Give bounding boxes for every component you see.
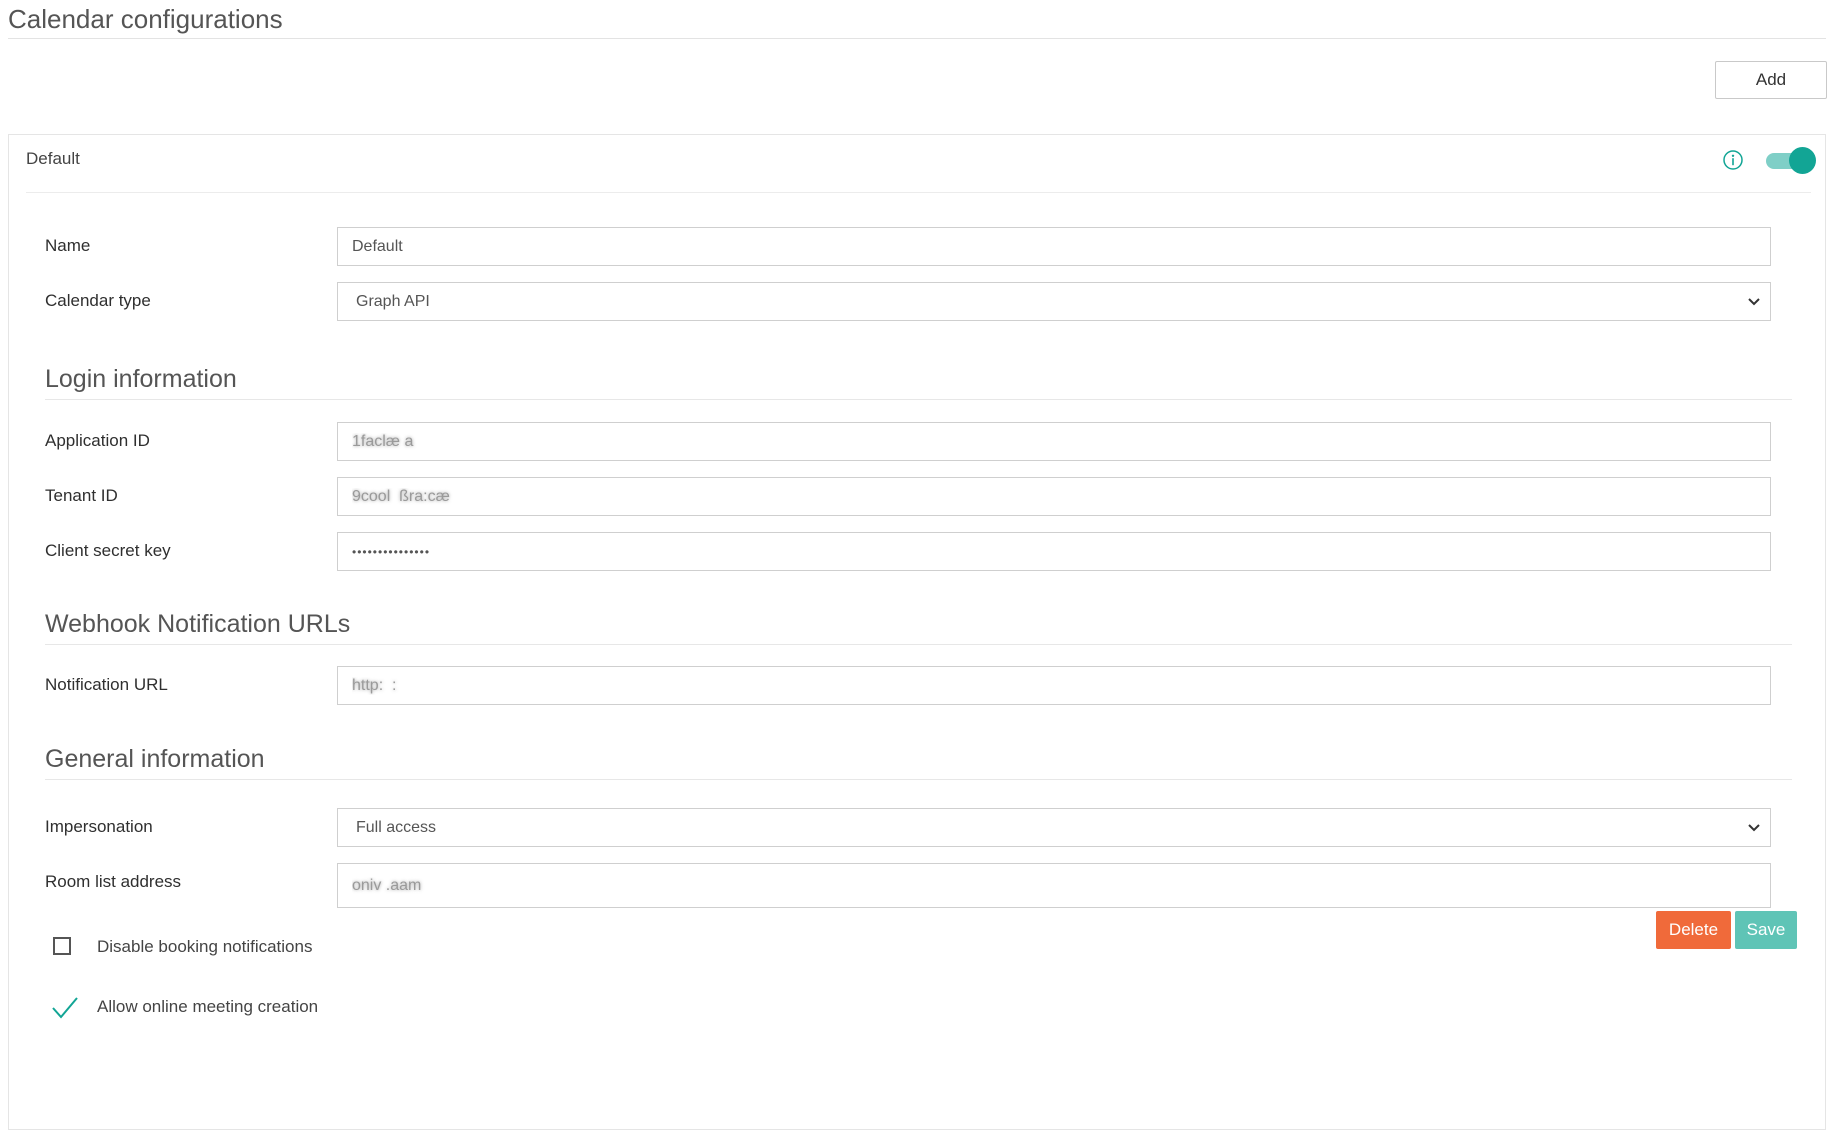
name-input[interactable] bbox=[337, 227, 1771, 266]
checkmark-icon[interactable] bbox=[51, 995, 79, 1021]
client-secret-row: Client secret key bbox=[45, 532, 1792, 571]
calendar-type-value: Graph API bbox=[356, 293, 430, 310]
save-button[interactable]: Save bbox=[1735, 911, 1797, 949]
tenant-id-input[interactable] bbox=[337, 477, 1771, 516]
chevron-down-icon bbox=[1748, 298, 1760, 306]
impersonation-value: Full access bbox=[356, 819, 437, 836]
notification-url-label: Notification URL bbox=[45, 675, 168, 694]
general-information-heading: General information bbox=[45, 745, 265, 773]
notification-url-input[interactable] bbox=[337, 666, 1771, 705]
title-divider bbox=[8, 38, 1826, 39]
chevron-down-icon bbox=[1748, 824, 1760, 832]
toggle-knob bbox=[1789, 147, 1816, 174]
allow-online-meeting-creation-row: Allow online meeting creation bbox=[45, 995, 645, 1023]
calendar-type-select[interactable]: Graph API bbox=[337, 282, 1771, 321]
tenant-id-label: Tenant ID bbox=[45, 486, 118, 505]
room-list-address-row: Room list address bbox=[45, 863, 1792, 908]
enabled-toggle[interactable] bbox=[1764, 147, 1816, 175]
application-id-label: Application ID bbox=[45, 431, 150, 450]
tenant-id-row: Tenant ID bbox=[45, 477, 1792, 516]
delete-button[interactable]: Delete bbox=[1656, 911, 1731, 949]
panel-header-divider bbox=[26, 192, 1811, 193]
add-button[interactable]: Add bbox=[1715, 61, 1827, 99]
login-section-divider bbox=[45, 399, 1792, 400]
room-list-address-input[interactable] bbox=[337, 863, 1771, 908]
disable-booking-notifications-label: Disable booking notifications bbox=[97, 937, 313, 956]
webhook-section-divider bbox=[45, 644, 1792, 645]
application-id-input[interactable] bbox=[337, 422, 1771, 461]
application-id-row: Application ID bbox=[45, 422, 1792, 461]
impersonation-select[interactable]: Full access bbox=[337, 808, 1771, 847]
notification-url-row: Notification URL bbox=[45, 666, 1792, 705]
general-section-divider bbox=[45, 779, 1792, 780]
name-label: Name bbox=[45, 236, 91, 255]
calendar-type-row: Calendar type Graph API bbox=[45, 282, 1792, 321]
panel-title: Default bbox=[26, 149, 80, 168]
client-secret-input[interactable] bbox=[337, 532, 1771, 571]
page-title: Calendar configurations bbox=[8, 4, 283, 34]
impersonation-row: Impersonation Full access bbox=[45, 808, 1792, 847]
room-list-address-label: Room list address bbox=[45, 872, 182, 891]
disable-booking-notifications-row: Disable booking notifications bbox=[45, 935, 645, 963]
info-icon[interactable] bbox=[1722, 149, 1744, 171]
webhook-heading: Webhook Notification URLs bbox=[45, 610, 351, 638]
impersonation-label: Impersonation bbox=[45, 817, 153, 836]
allow-online-meeting-creation-label: Allow online meeting creation bbox=[97, 997, 319, 1016]
disable-booking-notifications-checkbox[interactable] bbox=[53, 937, 71, 955]
login-information-heading: Login information bbox=[45, 365, 237, 393]
calendar-type-label: Calendar type bbox=[45, 291, 151, 310]
client-secret-label: Client secret key bbox=[45, 541, 171, 560]
name-row: Name bbox=[45, 227, 1792, 266]
